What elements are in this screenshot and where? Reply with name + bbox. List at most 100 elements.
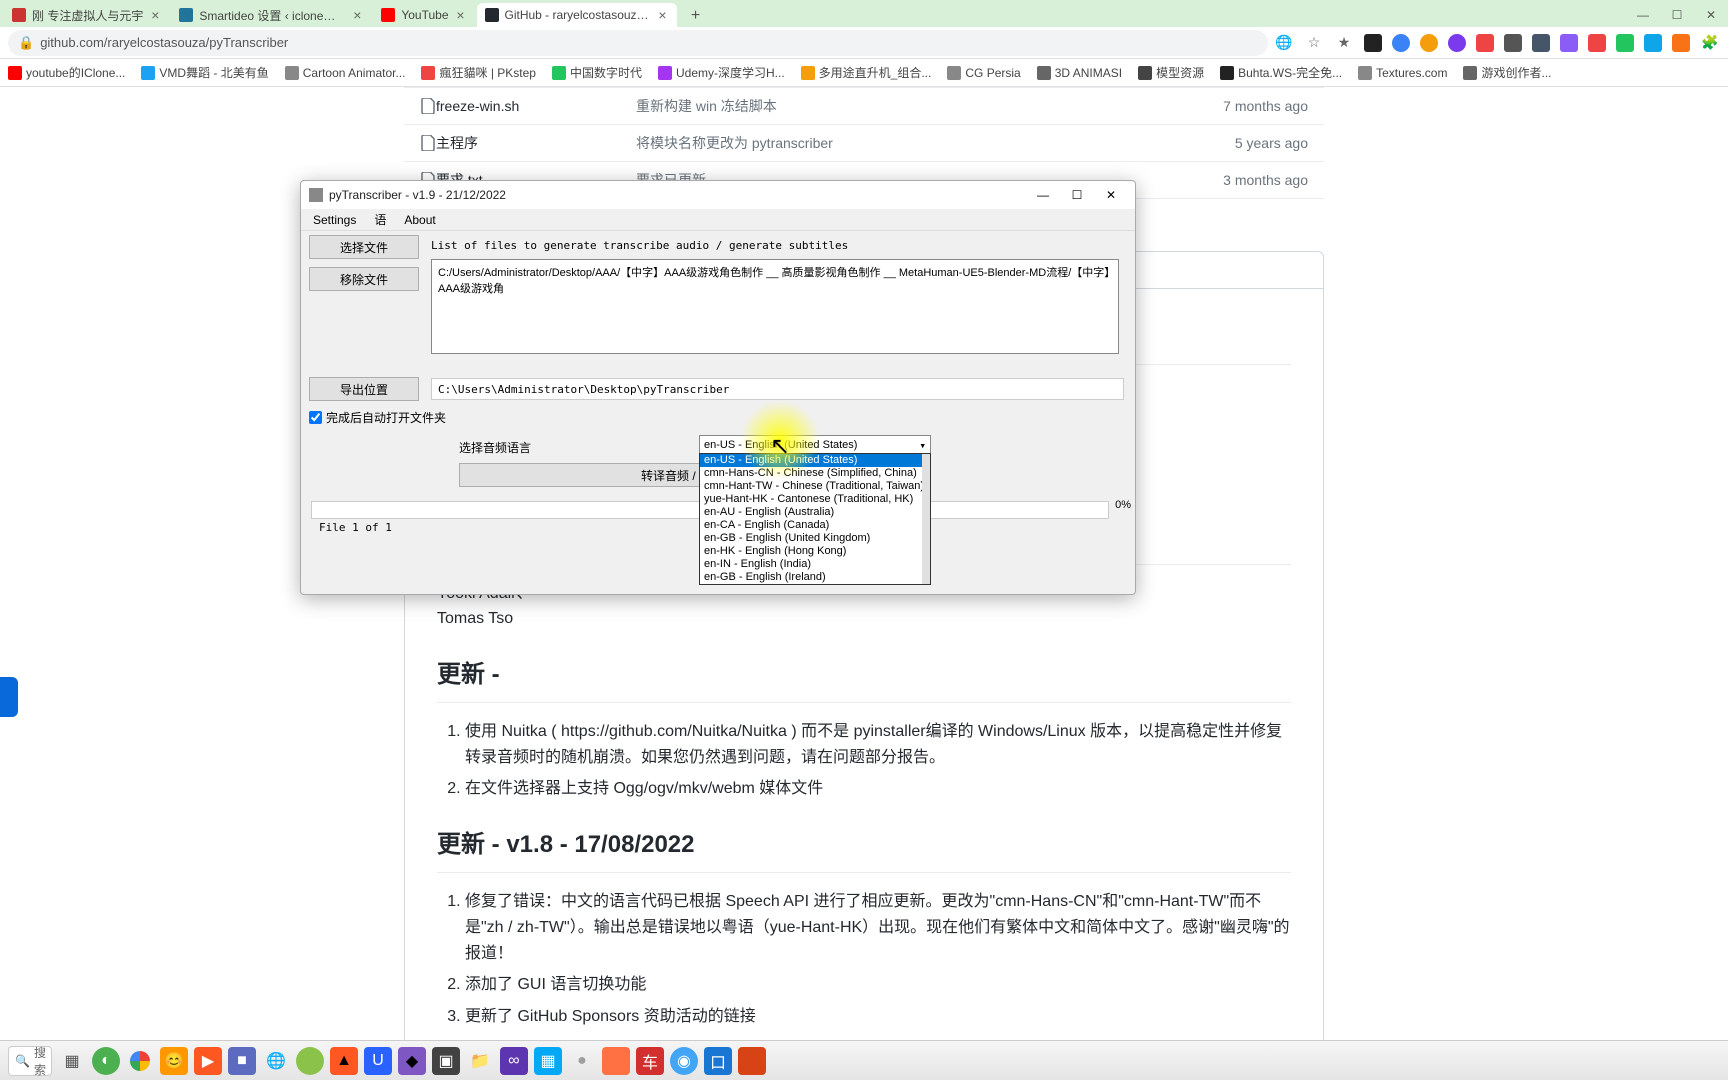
- taskbar-icon[interactable]: 😊: [160, 1047, 188, 1075]
- file-row[interactable]: freeze-win.sh 重新构建 win 冻结脚本 7 months ago: [404, 87, 1324, 124]
- dialog-minimize-button[interactable]: —: [1027, 185, 1059, 205]
- extension-icon[interactable]: [1616, 34, 1634, 52]
- taskbar-icon[interactable]: ◉: [670, 1047, 698, 1075]
- output-path-field[interactable]: C:\Users\Administrator\Desktop\pyTranscr…: [431, 378, 1124, 400]
- translate-icon[interactable]: 🌐: [1274, 33, 1294, 53]
- extension-icon[interactable]: [1448, 34, 1466, 52]
- dropdown-item[interactable]: cmn-Hant-TW - Chinese (Traditional, Taiw…: [700, 480, 930, 493]
- extension-icon[interactable]: [1672, 34, 1690, 52]
- bookmark-item[interactable]: Textures.com: [1358, 66, 1447, 80]
- star-icon[interactable]: ★: [1334, 33, 1354, 53]
- bookmark-item[interactable]: 多用途直升机_组合...: [801, 64, 932, 81]
- bookmark-item[interactable]: Udemy-深度学习H...: [658, 64, 785, 81]
- file-name[interactable]: 主程序: [436, 133, 636, 153]
- extension-icon[interactable]: [1392, 34, 1410, 52]
- dropdown-item[interactable]: cmn-Hans-CN - Chinese (Simplified, China…: [700, 467, 930, 480]
- extension-icon[interactable]: [1644, 34, 1662, 52]
- minimize-button[interactable]: —: [1626, 3, 1660, 27]
- bookmark-item[interactable]: 瘋狂貓咪 | PKstep: [421, 64, 535, 81]
- dropdown-item[interactable]: en-CA - English (Canada): [700, 519, 930, 532]
- extension-icon[interactable]: [1504, 34, 1522, 52]
- dialog-maximize-button[interactable]: ☐: [1061, 185, 1093, 205]
- bookmark-item[interactable]: 游戏创作者...: [1463, 64, 1551, 81]
- bookmark-item[interactable]: 3D ANIMASI: [1037, 66, 1122, 80]
- close-icon[interactable]: ×: [149, 9, 161, 21]
- file-list-entry[interactable]: C:/Users/Administrator/Desktop/AAA/【中字】A…: [438, 264, 1112, 296]
- bookmark-label: Textures.com: [1376, 66, 1447, 80]
- extensions-puzzle-icon[interactable]: 🧩: [1700, 33, 1720, 53]
- dropdown-scrollbar[interactable]: [922, 454, 930, 584]
- dropdown-item[interactable]: yue-Hant-HK - Cantonese (Traditional, HK…: [700, 493, 930, 506]
- taskbar-icon[interactable]: ◐: [92, 1047, 120, 1075]
- close-icon[interactable]: ×: [351, 9, 363, 21]
- dialog-titlebar[interactable]: pyTranscriber - v1.9 - 21/12/2022 — ☐ ✕: [301, 181, 1135, 209]
- dialog-close-button[interactable]: ✕: [1095, 185, 1127, 205]
- url-field[interactable]: 🔒 github.com/raryelcostasouza/pyTranscri…: [8, 30, 1268, 56]
- taskbar-icon[interactable]: ▶: [194, 1047, 222, 1075]
- bookmark-item[interactable]: VMD舞蹈 - 北美有鱼: [141, 64, 268, 81]
- output-location-button[interactable]: 导出位置: [309, 377, 419, 401]
- taskbar-icon[interactable]: ▣: [432, 1047, 460, 1075]
- auto-open-checkbox-row[interactable]: 完成后自动打开文件夹: [309, 409, 446, 426]
- taskbar-icon[interactable]: ●: [568, 1047, 596, 1075]
- taskbar-icon[interactable]: ■: [228, 1047, 256, 1075]
- close-icon[interactable]: ×: [657, 9, 669, 21]
- auto-open-checkbox[interactable]: [309, 411, 322, 424]
- taskbar-icon[interactable]: ▦: [534, 1047, 562, 1075]
- menu-settings[interactable]: Settings: [305, 211, 364, 229]
- bookmark-item[interactable]: Cartoon Animator...: [285, 66, 406, 80]
- taskbar-icon[interactable]: ∞: [500, 1047, 528, 1075]
- extension-icon[interactable]: [1588, 34, 1606, 52]
- tab-3-active[interactable]: GitHub - raryelcostasouza/py ×: [477, 3, 677, 27]
- file-row[interactable]: 主程序 将模块名称更改为 pytranscriber 5 years ago: [404, 124, 1324, 161]
- dropdown-item-highlighted[interactable]: en-US - English (United States): [700, 454, 930, 467]
- tab-0[interactable]: 刚 专注虚拟人与元宇 ×: [4, 3, 169, 27]
- taskbar-icon[interactable]: [296, 1047, 324, 1075]
- dropdown-item[interactable]: en-HK - English (Hong Kong): [700, 545, 930, 558]
- taskbar-icon[interactable]: [602, 1047, 630, 1075]
- taskbar-icon[interactable]: 🌐: [262, 1047, 290, 1075]
- new-tab-button[interactable]: +: [685, 5, 707, 27]
- close-icon[interactable]: ×: [455, 9, 467, 21]
- taskbar-icon[interactable]: 车: [636, 1047, 664, 1075]
- menu-language[interactable]: 语: [366, 209, 394, 230]
- extension-icon[interactable]: [1560, 34, 1578, 52]
- bookmark-item[interactable]: Buhta.WS-完全免...: [1220, 64, 1342, 81]
- taskbar-icon[interactable]: ▦: [58, 1047, 86, 1075]
- menu-about[interactable]: About: [396, 211, 443, 229]
- taskbar-icon[interactable]: ◆: [398, 1047, 426, 1075]
- dropdown-item[interactable]: en-GB - English (United Kingdom): [700, 532, 930, 545]
- extension-icon[interactable]: [1364, 34, 1382, 52]
- language-select[interactable]: en-US - English (United States): [699, 435, 931, 455]
- extension-icon[interactable]: [1420, 34, 1438, 52]
- side-bubble[interactable]: [0, 677, 18, 717]
- tab-1[interactable]: Smartideo 设置 ‹ iclone学习网 ×: [171, 3, 371, 27]
- taskbar-icon[interactable]: U: [364, 1047, 392, 1075]
- taskbar-icon[interactable]: ▲: [330, 1047, 358, 1075]
- bookmark-item[interactable]: CG Persia: [947, 66, 1020, 80]
- file-name[interactable]: freeze-win.sh: [436, 98, 636, 114]
- maximize-button[interactable]: ☐: [1660, 3, 1694, 27]
- dropdown-item[interactable]: en-GB - English (Ireland): [700, 571, 930, 584]
- bookmark-item[interactable]: 中国数字时代: [552, 64, 642, 81]
- bookmark-star-icon[interactable]: ☆: [1304, 33, 1324, 53]
- taskbar-icon[interactable]: 📁: [466, 1047, 494, 1075]
- dropdown-item[interactable]: en-IN - English (India): [700, 558, 930, 571]
- taskbar-icon[interactable]: [738, 1047, 766, 1075]
- dropdown-item[interactable]: en-AU - English (Australia): [700, 506, 930, 519]
- bookmark-item[interactable]: 模型资源: [1138, 64, 1204, 81]
- file-commit-msg[interactable]: 重新构建 win 冻结脚本: [636, 96, 1223, 116]
- close-button[interactable]: ✕: [1694, 3, 1728, 27]
- language-dropdown-list[interactable]: en-US - English (United States) cmn-Hans…: [699, 453, 931, 585]
- file-list-box[interactable]: C:/Users/Administrator/Desktop/AAA/【中字】A…: [431, 259, 1119, 354]
- select-files-button[interactable]: 选择文件: [309, 235, 419, 259]
- extension-icon[interactable]: [1532, 34, 1550, 52]
- tab-2[interactable]: YouTube ×: [373, 3, 474, 27]
- taskbar-icon[interactable]: [126, 1047, 154, 1075]
- extension-icon[interactable]: [1476, 34, 1494, 52]
- taskbar-icon[interactable]: 口: [704, 1047, 732, 1075]
- remove-files-button[interactable]: 移除文件: [309, 267, 419, 291]
- taskbar-search[interactable]: 🔍 搜索: [8, 1046, 52, 1076]
- file-commit-msg[interactable]: 将模块名称更改为 pytranscriber: [636, 133, 1235, 153]
- bookmark-item[interactable]: youtube的IClone...: [8, 64, 125, 81]
